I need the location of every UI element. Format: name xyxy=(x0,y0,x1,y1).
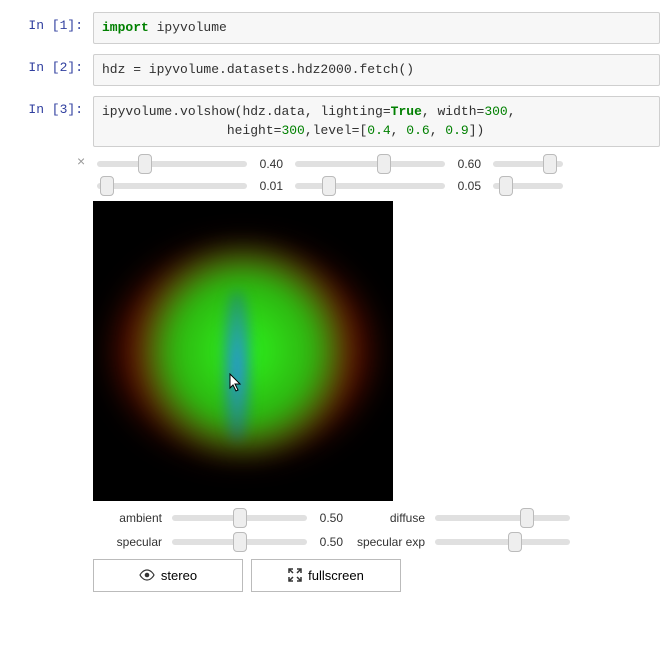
stereo-button[interactable]: stereo xyxy=(93,559,243,592)
volume-canvas[interactable] xyxy=(93,201,393,501)
level-value-2: 0.60 xyxy=(449,157,489,171)
module-name: ipyvolume xyxy=(149,20,227,35)
sep: , xyxy=(391,123,407,138)
ambient-value: 0.50 xyxy=(311,511,351,525)
eye-icon xyxy=(139,569,155,581)
opacity-slider-1[interactable] xyxy=(97,183,247,189)
fullscreen-icon xyxy=(288,568,302,582)
num-06: 0.6 xyxy=(406,123,429,138)
code-cell-1: In [1]: import ipyvolume xyxy=(8,12,660,44)
code-fn: ipyvolume.volshow xyxy=(102,104,235,119)
opacity-slider-3[interactable] xyxy=(493,183,563,189)
num-300: 300 xyxy=(281,123,304,138)
opacity-slider-2[interactable] xyxy=(295,183,445,189)
code-input[interactable]: hdz = ipyvolume.datasets.hdz2000.fetch() xyxy=(93,54,660,86)
code-args: , width= xyxy=(422,104,484,119)
volume-isosurface-blue xyxy=(223,291,251,441)
lighting-row-2: specular 0.50 specular exp xyxy=(93,535,660,549)
opacity-value-1: 0.01 xyxy=(251,179,291,193)
code-args: height= xyxy=(102,123,281,138)
diffuse-slider[interactable] xyxy=(435,515,570,521)
opacity-value-2: 0.05 xyxy=(449,179,489,193)
level-slider-2[interactable] xyxy=(295,161,445,167)
specular-exp-label: specular exp xyxy=(351,535,431,549)
ambient-slider[interactable] xyxy=(172,515,307,521)
button-row: stereo fullscreen xyxy=(93,559,660,592)
paren-close: ) xyxy=(477,123,485,138)
level-slider-1[interactable] xyxy=(97,161,247,167)
stereo-label: stereo xyxy=(161,568,197,583)
specular-label: specular xyxy=(93,535,168,549)
specular-exp-slider[interactable] xyxy=(435,539,570,545)
bool-true: True xyxy=(391,104,422,119)
code-input[interactable]: import ipyvolume xyxy=(93,12,660,44)
specular-value: 0.50 xyxy=(311,535,351,549)
comma: , xyxy=(508,104,516,119)
code-cell-2: In [2]: hdz = ipyvolume.datasets.hdz2000… xyxy=(8,54,660,86)
level-slider-3[interactable] xyxy=(493,161,563,167)
fullscreen-label: fullscreen xyxy=(308,568,364,583)
specular-slider[interactable] xyxy=(172,539,307,545)
opacity-slider-row: 0.01 0.05 xyxy=(93,179,660,193)
ambient-label: ambient xyxy=(93,511,168,525)
code-input[interactable]: ipyvolume.volshow(hdz.data, lighting=Tru… xyxy=(93,96,660,146)
code-args: hdz.data, lighting= xyxy=(242,104,390,119)
level-slider-row-1: 0.40 0.60 xyxy=(93,157,660,171)
output-area: × 0.40 0.60 0.01 0.05 xyxy=(93,157,660,592)
lighting-row-1: ambient 0.50 diffuse xyxy=(93,511,660,525)
diffuse-label: diffuse xyxy=(351,511,431,525)
lighting-sliders: ambient 0.50 diffuse specular 0.50 specu… xyxy=(93,511,660,549)
input-prompt: In [2]: xyxy=(8,54,93,86)
level-value-1: 0.40 xyxy=(251,157,291,171)
bracket-close: ] xyxy=(469,123,477,138)
keyword-import: import xyxy=(102,20,149,35)
input-prompt: In [3]: xyxy=(8,96,93,146)
code-line: hdz = ipyvolume.datasets.hdz2000.fetch() xyxy=(102,62,414,77)
fullscreen-button[interactable]: fullscreen xyxy=(251,559,401,592)
input-prompt: In [1]: xyxy=(8,12,93,44)
num-300: 300 xyxy=(484,104,507,119)
sep: , xyxy=(430,123,446,138)
num-09: 0.9 xyxy=(445,123,468,138)
num-04: 0.4 xyxy=(367,123,390,138)
level-sliders: 0.40 0.60 0.01 0.05 xyxy=(93,157,660,193)
code-args: ,level=[ xyxy=(305,123,367,138)
code-cell-3: In [3]: ipyvolume.volshow(hdz.data, ligh… xyxy=(8,96,660,146)
close-icon[interactable]: × xyxy=(77,153,85,169)
